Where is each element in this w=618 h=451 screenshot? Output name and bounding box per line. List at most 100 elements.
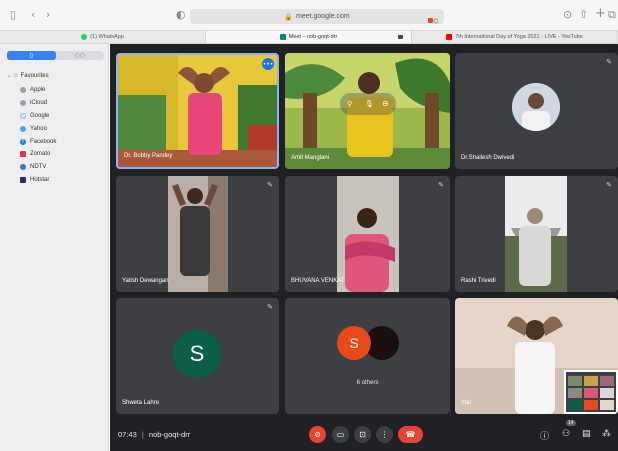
meeting-controls-bar: 07:43 | nob-goqt-drr ⊘ ▭ ⊡ ⋮ ☎ ⓘ 14 ⚇ ▤ …	[110, 418, 618, 451]
tab-label: (1) WhatsApp	[90, 34, 124, 40]
muted-mic-icon: ✎	[267, 181, 273, 189]
participant-name: Rashi Trivedi	[461, 278, 496, 284]
favourite-item-google[interactable]: G Google	[20, 110, 56, 123]
youtube-icon	[446, 34, 453, 40]
chat-icon[interactable]: ▤	[582, 429, 591, 439]
participant-tile[interactable]: ⚲ 🎙 ⊖ Amit Manglani	[285, 53, 450, 169]
sidebar-segmented-control[interactable]: ▯ ○○	[7, 51, 104, 60]
meet-grid: ••• Dr. Bobby Pandey ⚲ �	[110, 44, 618, 451]
muted-mic-icon: ✎	[438, 181, 444, 189]
share-icon[interactable]: ⇧	[579, 9, 588, 21]
participant-tile[interactable]: ✎ BHUVANA VENKAT	[285, 176, 450, 292]
meeting-code: nob-goqt-drr	[148, 430, 191, 439]
camera-button[interactable]: ▭	[332, 426, 349, 443]
participant-name: Dr. Bobby Pandey	[124, 153, 173, 159]
favourite-item-icloud[interactable]: iCloud	[20, 97, 56, 110]
chevron-down-icon: ⌄	[7, 72, 12, 79]
more-options-button[interactable]: ⋮	[376, 426, 393, 443]
tab-youtube[interactable]: 7th International Day of Yoga 2021 - LIV…	[412, 31, 618, 43]
participant-video	[168, 176, 228, 292]
muted-mic-icon: ✎	[606, 181, 612, 189]
mute-participant-icon[interactable]: 🎙	[365, 100, 374, 108]
privacy-shield-icon[interactable]: ◐	[176, 9, 186, 21]
ndtv-icon	[20, 164, 26, 171]
download-icon[interactable]: ⊙	[563, 9, 572, 21]
others-tile[interactable]: S 6 others	[285, 298, 450, 414]
sidebar-toggle-icon[interactable]: ▯	[10, 9, 16, 21]
lock-icon: 🔒	[284, 12, 293, 21]
recording-icon[interactable]	[428, 12, 439, 24]
address-bar[interactable]: 🔒 meet.google.com	[190, 9, 444, 24]
participant-tile[interactable]: ✎ Dr.Shailesh Dwivedi	[455, 53, 618, 169]
meeting-separator: |	[141, 430, 144, 439]
people-icon[interactable]: ⚇	[562, 429, 570, 439]
muted-mic-icon: ✎	[267, 303, 273, 311]
favourite-item-facebook[interactable]: f Facebook	[20, 135, 56, 148]
address-url: meet.google.com	[296, 13, 350, 20]
tab-whatsapp[interactable]: (1) WhatsApp	[0, 31, 206, 43]
avatar-initial: S	[349, 335, 359, 351]
reading-list-icon[interactable]: ○○	[56, 51, 105, 60]
tab-meet[interactable]: Meet – nob-goqt-drr	[206, 31, 412, 43]
muted-mic-icon: ✎	[606, 58, 612, 66]
participant-tile[interactable]: ••• Dr. Bobby Pandey	[116, 53, 279, 169]
participant-name: Shweta Lahre	[122, 400, 160, 406]
meeting-details-icon[interactable]: ⓘ	[540, 429, 549, 442]
favourite-label: Yahoo	[30, 125, 47, 132]
participant-video	[285, 53, 450, 169]
browser-sidebar: ▯ ○○ ⌄ ☆ Favourites Apple iCloud G Googl…	[0, 44, 109, 451]
participant-video	[337, 176, 399, 292]
others-count: 6 others	[356, 380, 379, 386]
favourite-item-yahoo[interactable]: Yahoo	[20, 122, 56, 135]
star-icon: ☆	[13, 72, 19, 79]
participant-video	[118, 55, 277, 167]
apple-icon	[20, 100, 26, 107]
participant-video	[505, 176, 567, 292]
participant-name: BHUVANA VENKAT	[291, 278, 345, 284]
leave-call-button[interactable]: ☎	[398, 426, 423, 443]
meeting-time: 07:43	[118, 430, 137, 439]
present-button[interactable]: ⊡	[354, 426, 371, 443]
mic-off-icon: ⊘	[314, 430, 321, 439]
participant-photo	[512, 83, 560, 131]
participant-avatar: S	[173, 330, 221, 378]
more-vert-icon: ⋮	[380, 430, 389, 439]
new-tab-icon[interactable]: +	[595, 7, 606, 20]
favourite-label: Zomato	[30, 151, 51, 158]
yahoo-icon	[20, 125, 26, 132]
favourite-label: NDTV	[30, 164, 47, 171]
participant-name: Amit Manglani	[291, 155, 330, 161]
avatar-initial: S	[189, 341, 205, 366]
apple-icon	[20, 87, 26, 94]
more-options-icon[interactable]: •••	[262, 58, 274, 70]
meeting-info: 07:43 | nob-goqt-drr	[118, 430, 190, 439]
pin-icon[interactable]: ⚲	[347, 100, 352, 108]
favourite-item-zomato[interactable]: Zomato	[20, 148, 56, 161]
participant-tile[interactable]: ✎ Rashi Trivedi	[455, 176, 618, 292]
favourite-label: Apple	[30, 87, 46, 94]
self-view-thumbnail[interactable]	[564, 370, 618, 414]
favourite-item-hotstar[interactable]: Hotstar	[20, 174, 56, 187]
hotstar-icon	[20, 176, 26, 183]
remove-participant-icon[interactable]: ⊖	[382, 99, 389, 108]
activities-icon[interactable]: ⁂	[602, 429, 611, 439]
screen: ▯ ‹ › ◐ 🔒 meet.google.com ⊙ ⇧ + ⧉ (1) Wh…	[0, 0, 618, 451]
favourite-label: Facebook	[30, 138, 57, 145]
tab-overview-icon[interactable]: ⧉	[608, 9, 616, 21]
camera-icon: ▭	[336, 430, 345, 439]
participant-tile[interactable]: S ✎ Shweta Lahre	[116, 298, 279, 414]
bookmarks-icon[interactable]: ▯	[7, 51, 56, 60]
present-icon: ⊡	[359, 430, 366, 439]
camera-in-use-icon	[398, 35, 403, 39]
favourites-label: Favourites	[20, 72, 49, 79]
tab-bar: (1) WhatsApp Meet – nob-goqt-drr 7th Int…	[0, 31, 618, 44]
participant-count-badge: 14	[566, 420, 576, 426]
favourites-header[interactable]: ⌄ ☆ Favourites	[7, 72, 49, 79]
favourite-item-ndtv[interactable]: NDTV	[20, 161, 56, 174]
favourite-item-apple[interactable]: Apple	[20, 84, 56, 97]
forward-icon[interactable]: ›	[46, 9, 50, 21]
self-tile[interactable]: You	[455, 298, 618, 414]
microphone-off-button[interactable]: ⊘	[309, 426, 326, 443]
participant-tile[interactable]: ✎ Yatish Dewangan	[116, 176, 279, 292]
back-icon[interactable]: ‹	[31, 9, 35, 21]
